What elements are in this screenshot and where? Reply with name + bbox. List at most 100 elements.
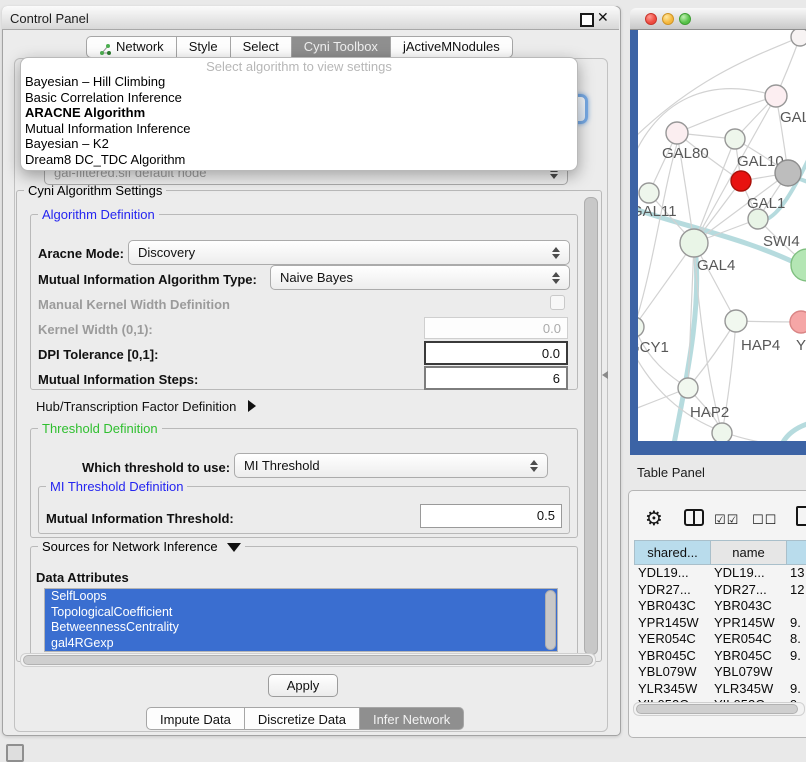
table-cell: YBR043C — [710, 598, 786, 615]
split-columns-icon[interactable] — [684, 509, 704, 526]
column-header-partial[interactable] — [786, 540, 806, 565]
gear-icon[interactable]: ⚙ — [645, 506, 663, 531]
kernel-width-label: Kernel Width (0,1): — [38, 322, 153, 337]
network-edge — [782, 423, 806, 441]
control-panel-title: Control Panel — [10, 11, 89, 26]
control-panel-titlebar[interactable] — [2, 6, 619, 30]
algorithm-option[interactable]: Basic Correlation Inference — [21, 90, 577, 106]
tab-cyni-toolbox[interactable]: Cyni Toolbox — [292, 36, 391, 58]
panel-splitter-arrow[interactable] — [602, 371, 608, 379]
attribute-list-item[interactable]: SelfLoops — [45, 589, 557, 605]
network-node[interactable] — [678, 378, 698, 398]
table-cell: 8. — [786, 631, 806, 648]
table-row[interactable]: YBR043CYBR043C — [634, 598, 806, 615]
new-column-icon[interactable] — [796, 506, 806, 526]
combobox-arrows-icon — [549, 247, 563, 259]
minimize-traffic-light-icon[interactable] — [662, 13, 674, 25]
zoom-traffic-light-icon[interactable] — [679, 13, 691, 25]
checked-boxes-icon[interactable]: ☑☑ — [714, 512, 739, 528]
table-row[interactable]: YDR27...YDR27...12 — [634, 582, 806, 599]
apply-button[interactable]: Apply — [268, 674, 338, 697]
network-node[interactable] — [666, 122, 688, 144]
manual-kernel-width-checkbox[interactable] — [550, 295, 565, 310]
manual-kernel-width-label: Manual Kernel Width Definition — [38, 297, 230, 312]
tab-network[interactable]: Network — [86, 36, 177, 58]
screen: Control Panel ✕ Network Style Select Cyn… — [0, 0, 806, 762]
network-window-titlebar[interactable] — [630, 8, 806, 30]
attribute-list-item[interactable]: TopologicalCoefficient — [45, 605, 557, 621]
network-node[interactable] — [638, 317, 644, 337]
network-node[interactable] — [791, 30, 806, 46]
table-row[interactable]: YLR345WYLR345W9. — [634, 681, 806, 698]
hub-definition-toggle[interactable]: Hub/Transcription Factor Definition — [36, 399, 256, 414]
close-icon[interactable]: ✕ — [597, 9, 609, 26]
aracne-mode-value: Discovery — [129, 245, 549, 260]
table-row[interactable]: YPR145WYPR145W9. — [634, 615, 806, 632]
float-window-icon[interactable] — [580, 13, 594, 27]
tab-discretize-data[interactable]: Discretize Data — [245, 707, 360, 730]
settings-vertical-scrollbar[interactable] — [584, 197, 598, 655]
algorithm-option[interactable]: Mutual Information Inference — [21, 121, 577, 137]
mi-steps-field[interactable]: 6 — [424, 366, 568, 390]
algorithm-definition-title: Algorithm Definition — [38, 207, 159, 222]
tab-network-label: Network — [116, 36, 164, 58]
table-cell: 9. — [786, 648, 806, 665]
algorithm-option[interactable]: Bayesian – Hill Climbing — [21, 74, 577, 90]
table-row[interactable]: YDL19...YDL19...13 — [634, 565, 806, 582]
minimized-panel-icon[interactable] — [6, 744, 24, 762]
dpi-tolerance-field[interactable]: 0.0 — [424, 341, 568, 365]
network-node[interactable] — [775, 160, 801, 186]
table-cell: YBR043C — [634, 598, 710, 615]
node-label: SWI4 — [763, 233, 800, 250]
tab-impute-data[interactable]: Impute Data — [146, 707, 245, 730]
network-node[interactable] — [680, 229, 708, 257]
mi-threshold-field[interactable]: 0.5 — [420, 504, 562, 528]
network-node[interactable] — [731, 171, 751, 191]
table-cell: 13 — [786, 565, 806, 582]
collapse-down-icon[interactable] — [227, 543, 241, 552]
table-row[interactable]: YBL079WYBL079W — [634, 664, 806, 681]
algorithm-option[interactable]: Bayesian – K2 — [21, 136, 577, 152]
close-traffic-light-icon[interactable] — [645, 13, 657, 25]
which-threshold-combobox[interactable]: MI Threshold — [234, 453, 548, 478]
table-cell: YER054C — [634, 631, 710, 648]
network-node[interactable] — [790, 311, 806, 333]
table-cell: YBL079W — [634, 664, 710, 681]
algorithm-popup-prompt: Select algorithm to view settings — [21, 59, 577, 74]
table-row[interactable]: YBR045CYBR045C9. — [634, 648, 806, 665]
mi-threshold-definition-title: MI Threshold Definition — [46, 479, 187, 494]
column-header-shared[interactable]: shared... — [634, 540, 710, 565]
table-cell: YDL19... — [634, 565, 710, 582]
settings-horizontal-scrollbar[interactable] — [20, 653, 596, 667]
tab-select[interactable]: Select — [231, 36, 292, 58]
attributes-list-scrollbar[interactable] — [545, 590, 556, 650]
attribute-list-item[interactable]: BetweennessCentrality — [45, 620, 557, 636]
unchecked-boxes-icon[interactable]: ☐☐ — [752, 512, 777, 528]
threshold-definition-title: Threshold Definition — [38, 421, 162, 436]
table-cell: 9. — [786, 681, 806, 698]
algorithm-option[interactable]: Dream8 DC_TDC Algorithm — [21, 152, 577, 168]
data-attributes-list[interactable]: SelfLoopsTopologicalCoefficientBetweenne… — [44, 588, 558, 652]
network-canvas[interactable]: GALGAL80GAL10GAL1GAL11SWI4GAL4GCY1HAP4YH… — [638, 30, 806, 441]
network-edge — [638, 144, 677, 327]
network-node[interactable] — [748, 209, 768, 229]
table-row[interactable]: YER054CYER054C8. — [634, 631, 806, 648]
mi-algorithm-type-value: Naive Bayes — [271, 270, 549, 285]
network-node[interactable] — [712, 423, 732, 441]
tab-style[interactable]: Style — [177, 36, 231, 58]
tab-infer-network[interactable]: Infer Network — [360, 707, 464, 730]
network-node[interactable] — [725, 310, 747, 332]
table-cell: YER054C — [710, 631, 786, 648]
table-cell: YBR045C — [634, 648, 710, 665]
kernel-width-field[interactable]: 0.0 — [424, 317, 568, 339]
algorithm-option[interactable]: ARACNE Algorithm — [21, 105, 577, 121]
network-node[interactable] — [725, 129, 745, 149]
network-node[interactable] — [765, 85, 787, 107]
table-horizontal-scrollbar[interactable] — [633, 702, 805, 716]
tab-jactivemnodules[interactable]: jActiveMNodules — [391, 36, 513, 58]
aracne-mode-combobox[interactable]: Discovery — [128, 240, 570, 265]
network-node[interactable] — [639, 183, 659, 203]
column-header-name[interactable]: name — [710, 540, 786, 565]
attribute-list-item[interactable]: gal4RGexp — [45, 636, 557, 652]
mi-algorithm-type-combobox[interactable]: Naive Bayes — [270, 265, 570, 290]
